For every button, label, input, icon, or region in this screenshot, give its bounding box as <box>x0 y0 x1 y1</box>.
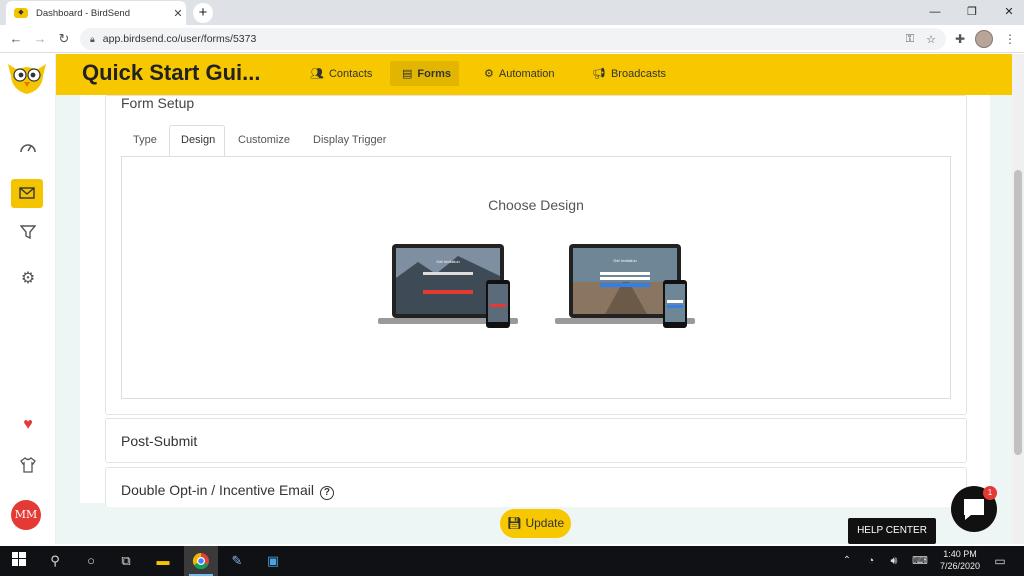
url-text: app.birdsend.co/user/forms/5373 <box>102 33 257 45</box>
extensions-puzzle-icon[interactable]: ✚ <box>952 31 968 47</box>
search-icon[interactable]: ⚲ <box>46 552 64 570</box>
keyboard-icon[interactable]: ⌨ <box>911 552 929 570</box>
photos-app-icon[interactable]: ▣ <box>264 552 282 570</box>
email-forms-icon[interactable] <box>11 179 43 208</box>
page-title: Quick Start Gui... <box>82 60 261 85</box>
tab-type[interactable]: Type <box>133 134 157 146</box>
browser-toolbar: ← → ↻ 🔒︎ app.birdsend.co/user/forms/5373… <box>0 25 1024 53</box>
browser-tab-title: Dashboard - BirdSend <box>36 7 130 19</box>
nav-contacts[interactable]: 👥︎ Contacts <box>298 61 384 86</box>
browser-tab[interactable]: ◆ Dashboard - BirdSend ✕ <box>6 1 186 25</box>
birdsend-owl-logo[interactable] <box>6 60 48 96</box>
back-arrow-icon[interactable]: ← <box>6 29 26 49</box>
tab-customize[interactable]: Customize <box>238 134 290 146</box>
forms-icon: ▤ <box>402 68 413 80</box>
forward-arrow-icon[interactable]: → <box>30 29 50 49</box>
nav-forms[interactable]: ▤ Forms <box>390 61 459 86</box>
maximize-window-button[interactable]: ❐ <box>962 3 982 21</box>
file-explorer-icon[interactable]: ▬ <box>154 552 172 570</box>
bookmark-star-icon[interactable]: ☆ <box>926 33 936 46</box>
clock-date: 7/26/2020 <box>939 561 981 571</box>
system-clock[interactable]: 1:40 PM 7/26/2020 <box>930 548 990 572</box>
update-button[interactable]: 💾︎ Update <box>500 509 571 538</box>
cortana-circle-icon[interactable]: ○ <box>82 552 100 570</box>
contacts-icon: 👥︎ <box>310 68 324 80</box>
browser-menu-icon[interactable]: ⋮ <box>1002 31 1018 47</box>
settings-gear-icon[interactable]: ⚙ <box>14 265 42 293</box>
double-optin-label: Double Opt-in / Incentive Email <box>121 482 314 498</box>
automation-icon: ⚙ <box>484 68 494 80</box>
new-tab-button[interactable]: + <box>193 3 213 23</box>
form-setup-title: Form Setup <box>121 95 195 111</box>
choose-design-heading: Choose Design <box>488 197 584 213</box>
network-icon[interactable]: ◔ <box>862 552 880 570</box>
dashboard-gauge-icon[interactable] <box>14 136 42 164</box>
nav-automation[interactable]: ⚙ Automation <box>472 61 567 86</box>
chrome-icon <box>189 552 213 576</box>
key-icon[interactable]: ⚿ <box>906 33 914 46</box>
task-view-icon[interactable]: ⧉ <box>117 552 135 570</box>
nav-broadcasts-label: Broadcasts <box>610 67 666 80</box>
nav-broadcasts[interactable]: 📢︎ Broadcasts <box>580 61 678 86</box>
nav-automation-label: Automation <box>498 67 555 80</box>
nav-contacts-label: Contacts <box>328 67 373 80</box>
lock-icon: 🔒︎ <box>90 33 95 44</box>
save-icon: 💾︎ <box>506 516 523 530</box>
page-scrollbar-thumb[interactable] <box>1014 170 1022 455</box>
address-bar[interactable]: 🔒︎ app.birdsend.co/user/forms/5373 ⚿ ☆ <box>80 28 946 50</box>
filter-funnel-icon[interactable] <box>14 222 42 250</box>
profile-avatar-icon[interactable] <box>975 30 993 48</box>
nav-forms-label: Forms <box>417 67 452 80</box>
update-label: Update <box>525 516 565 530</box>
post-submit-title: Post-Submit <box>121 433 198 449</box>
volume-icon[interactable]: 🔊︎ <box>885 552 903 570</box>
post-submit-section[interactable] <box>105 418 967 463</box>
design-option-2[interactable]: Get Invitation <box>555 242 695 330</box>
close-tab-icon[interactable]: ✕ <box>170 7 186 20</box>
help-center-button[interactable]: HELP CENTER <box>848 518 936 544</box>
broadcast-icon: 📢︎ <box>592 68 606 80</box>
clock-time: 1:40 PM <box>943 549 977 559</box>
tab-design[interactable]: Design <box>181 134 215 146</box>
birdsend-favicon-icon: ◆ <box>14 8 28 18</box>
design-chooser-area <box>121 156 951 399</box>
help-question-icon[interactable]: ? <box>319 486 334 500</box>
chrome-taskbar-item[interactable] <box>184 546 218 576</box>
design-option-1[interactable]: Get Invitation <box>378 242 518 330</box>
show-hidden-icons-chevron-icon[interactable]: ⌃ <box>838 552 856 570</box>
windows-start-icon[interactable] <box>10 552 28 570</box>
notifications-icon[interactable]: ▭ <box>991 552 1009 570</box>
heart-icon[interactable]: ♥ <box>14 411 42 439</box>
reload-icon[interactable]: ↻ <box>54 29 74 49</box>
double-optin-title: Double Opt-in / Incentive Email? <box>121 482 334 500</box>
notepad-app-icon[interactable]: ✎ <box>228 552 246 570</box>
design-2-preview-heading: Get Invitation <box>613 258 637 263</box>
close-window-button[interactable]: ✕ <box>999 3 1019 21</box>
tab-display-trigger[interactable]: Display Trigger <box>313 134 386 146</box>
minimize-window-button[interactable]: — <box>925 3 945 21</box>
shirt-icon[interactable] <box>14 455 42 483</box>
user-avatar[interactable]: MM <box>11 500 41 530</box>
design-1-preview-heading: Get Invitation <box>436 259 460 264</box>
chat-notification-badge: 1 <box>983 486 997 500</box>
